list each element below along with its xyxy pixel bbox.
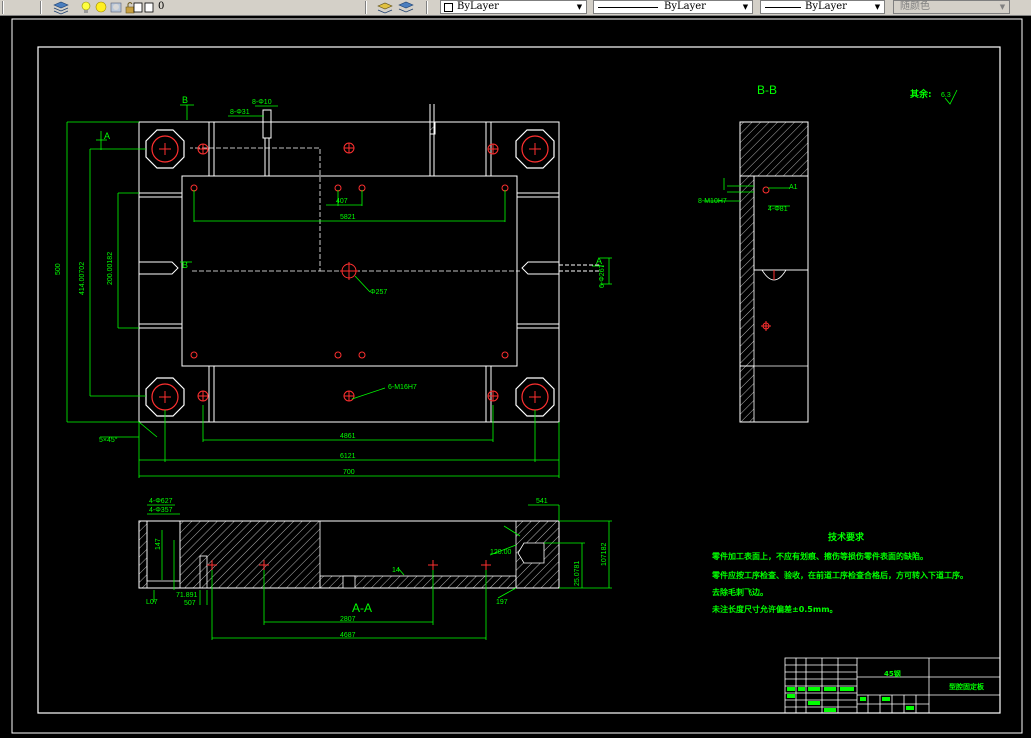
layer-name-text[interactable]: 0	[158, 0, 164, 15]
svg-text:A-A: A-A	[352, 601, 372, 615]
inner-frame	[37, 46, 1001, 714]
plan-dim-text: 500 414.00702 200.00182 407 5821 Φ257 6-…	[55, 95, 606, 476]
lightbulb-icon[interactable]	[79, 0, 93, 15]
svg-text:107182: 107182	[601, 543, 608, 566]
svg-text:197: 197	[496, 599, 508, 606]
svg-text:6121: 6121	[340, 453, 356, 460]
technical-requirements: 技术要求 零件加工表面上，不应有划痕、擦伤等损伤零件表面的缺陷。 零件应按工序检…	[711, 531, 968, 614]
svg-text:Φ257: Φ257	[370, 289, 387, 296]
properties-toolbar: 0 ByLayer ▼ ByLayer ▼ ByLayer ▼ 随颜色 ▼	[0, 0, 1031, 16]
svg-text:5821: 5821	[340, 214, 356, 221]
svg-text:14: 14	[392, 567, 400, 574]
lineweight-preview	[765, 7, 801, 8]
svg-text:6.3: 6.3	[941, 92, 951, 99]
svg-text:5×45°: 5×45°	[99, 436, 118, 444]
svg-text:A: A	[596, 256, 602, 266]
svg-text:2807: 2807	[340, 616, 356, 623]
sun-freeze-icon[interactable]	[94, 0, 108, 15]
lineweight-combo[interactable]: ByLayer ▼	[760, 0, 885, 14]
color-combo[interactable]: ByLayer ▼	[440, 0, 587, 14]
plotstyle-combo-value: 随颜色	[900, 1, 930, 12]
chevron-down-icon[interactable]: ▼	[872, 1, 883, 13]
svg-text:541: 541	[536, 498, 548, 505]
freeze-viewport-icon[interactable]	[109, 0, 123, 15]
plan-holes	[159, 142, 541, 403]
linetype-combo[interactable]: ByLayer ▼	[593, 0, 753, 14]
svg-text:技术要求: 技术要求	[828, 531, 865, 543]
drawing-canvas[interactable]: 500 414.00702 200.00182 407 5821 Φ257 6-…	[0, 16, 1031, 738]
lineweight-combo-value: ByLayer	[805, 1, 847, 12]
chevron-down-icon[interactable]: ▼	[740, 1, 751, 13]
svg-text:B-B: B-B	[757, 83, 777, 97]
svg-text:414.00702: 414.00702	[79, 262, 86, 295]
plan-view	[138, 104, 600, 423]
linetype-combo-value: ByLayer	[664, 1, 706, 12]
svg-text:型腔固定板: 型腔固定板	[949, 682, 985, 691]
svg-text:507: 507	[184, 600, 196, 607]
linetype-preview	[598, 7, 658, 8]
outer-border	[11, 18, 1023, 734]
svg-text:L07: L07	[146, 599, 158, 606]
color-combo-value: ByLayer	[457, 1, 499, 12]
svg-text:4-Φ627: 4-Φ627	[149, 498, 173, 505]
svg-text:零件应按工序检查、验收，在前道工序检查合格后，方可转入下道工: 零件应按工序检查、验收，在前道工序检查合格后，方可转入下道工序。	[711, 570, 968, 580]
color-swatch-icon	[133, 2, 143, 13]
guide-bushings	[145, 129, 555, 417]
svg-text:200.00182: 200.00182	[107, 252, 114, 285]
section-bb	[704, 121, 809, 423]
svg-text:71.891: 71.891	[176, 592, 198, 599]
svg-text:去除毛刺飞边。: 去除毛刺飞边。	[712, 587, 768, 597]
svg-text:B: B	[182, 260, 188, 270]
svg-text:4-Φ81: 4-Φ81	[768, 206, 788, 213]
color-swatch-icon	[444, 3, 453, 12]
svg-text:4-Φ357: 4-Φ357	[149, 507, 173, 514]
svg-text:零件加工表面上，不应有划痕、擦伤等损伤零件表面的缺陷。: 零件加工表面上，不应有划痕、擦伤等损伤零件表面的缺陷。	[711, 551, 928, 561]
layer-manager-icon[interactable]	[52, 0, 70, 15]
svg-text:45钢: 45钢	[884, 669, 901, 678]
svg-text:B: B	[182, 95, 188, 105]
chevron-down-icon[interactable]: ▼	[574, 1, 585, 13]
svg-text:8-Φ10: 8-Φ10	[252, 99, 272, 106]
svg-text:6-M16H7: 6-M16H7	[388, 384, 417, 391]
svg-text:25.0781: 25.0781	[574, 561, 581, 586]
svg-text:500: 500	[55, 263, 62, 275]
svg-text:A1: A1	[789, 184, 798, 191]
svg-text:A: A	[104, 131, 110, 141]
layer-previous-icon[interactable]	[397, 0, 415, 15]
title-block-text: 45钢 型腔固定板	[884, 669, 985, 691]
svg-text:8-M10H7: 8-M10H7	[698, 198, 727, 205]
chevron-down-icon: ▼	[999, 3, 1006, 11]
svg-text:未注长度尺寸允许偏差±0.5mm。: 未注长度尺寸允许偏差±0.5mm。	[711, 604, 838, 614]
roughness-note: 其余: 6.3	[910, 88, 958, 105]
layer-color-box	[144, 0, 154, 15]
svg-text:其余:: 其余:	[910, 88, 932, 100]
svg-text:407: 407	[336, 198, 348, 205]
svg-text:6-Φ267: 6-Φ267	[599, 264, 606, 288]
make-object-layer-current-icon[interactable]	[376, 0, 394, 15]
svg-text:147: 147	[155, 538, 162, 550]
plotstyle-combo[interactable]: 随颜色 ▼	[893, 0, 1010, 14]
svg-text:120.00: 120.00	[490, 549, 512, 556]
svg-text:4861: 4861	[340, 433, 356, 440]
svg-text:700: 700	[343, 469, 355, 476]
svg-text:8-Φ31: 8-Φ31	[230, 109, 250, 116]
svg-text:4687: 4687	[340, 632, 356, 639]
